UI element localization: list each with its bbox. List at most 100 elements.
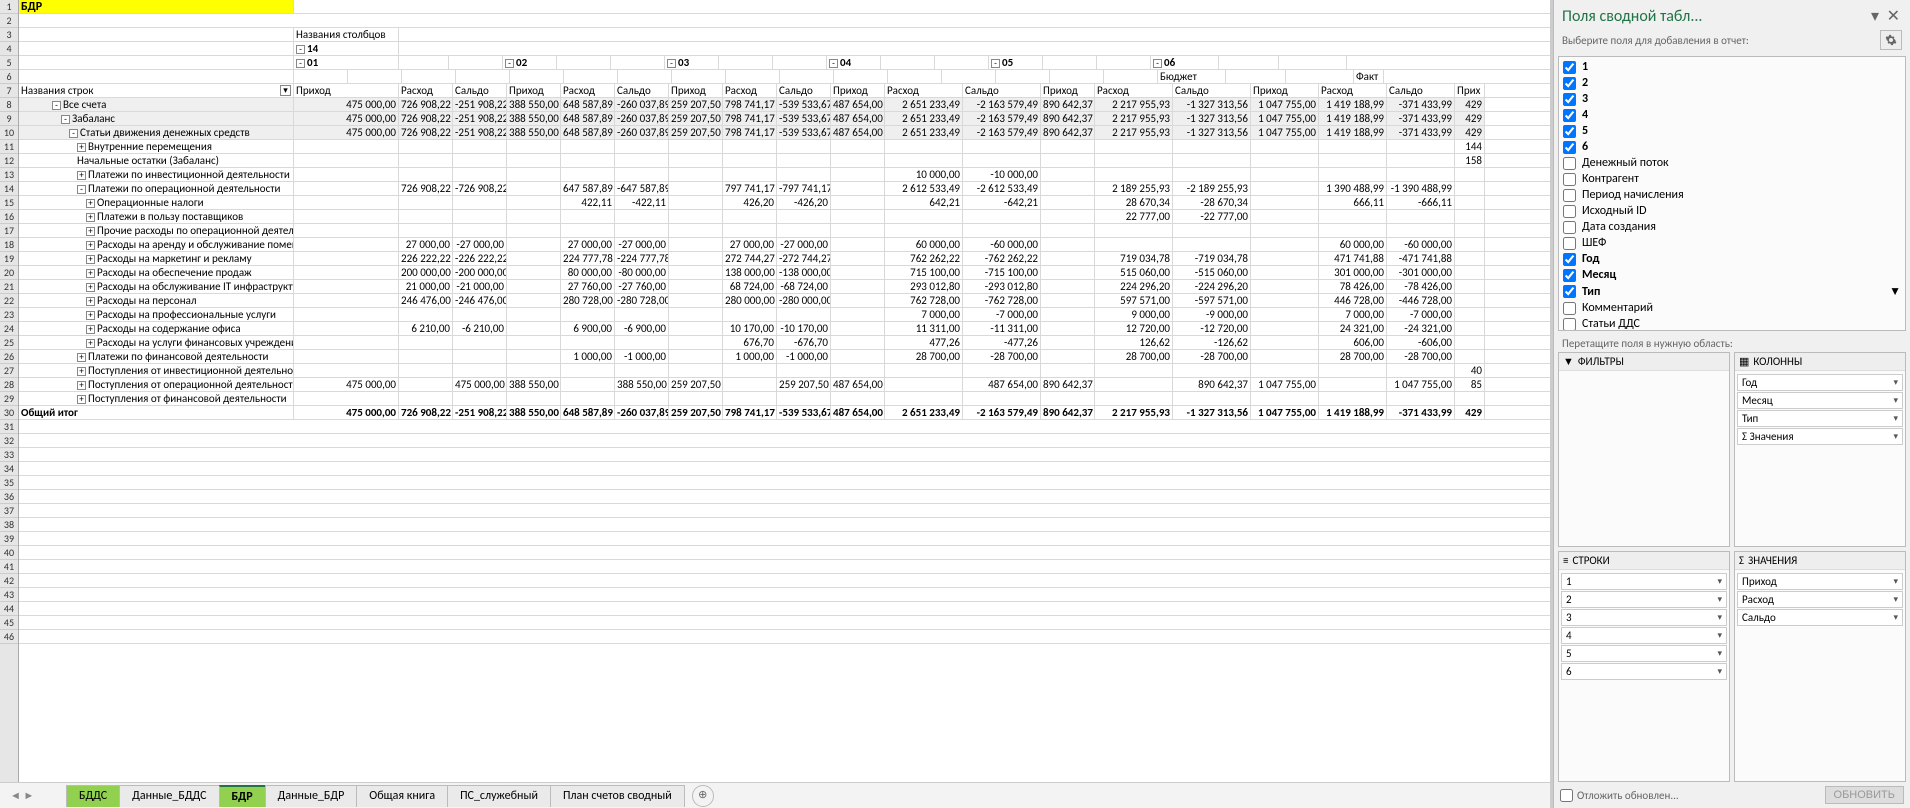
field-Дата создания[interactable]: Дата создания	[1561, 219, 1903, 235]
expand-row[interactable]: +	[77, 143, 86, 152]
row-header-18[interactable]: 18	[0, 238, 18, 252]
area-item-Расход[interactable]: Расход▾	[1737, 591, 1903, 608]
month-03[interactable]: -03	[665, 56, 719, 69]
row-header-40[interactable]: 40	[0, 546, 18, 560]
field-checkbox[interactable]	[1563, 269, 1576, 282]
row-header-27[interactable]: 27	[0, 364, 18, 378]
row-header-20[interactable]: 20	[0, 266, 18, 280]
values-area[interactable]: ΣЗНАЧЕНИЯ Приход▾Расход▾Сальдо▾	[1734, 551, 1906, 782]
month-01[interactable]: -01	[294, 56, 399, 69]
field-Комментарий[interactable]: Комментарий	[1561, 300, 1903, 316]
filter-icon[interactable]: ▼	[1889, 284, 1901, 299]
row-header-41[interactable]: 41	[0, 560, 18, 574]
row-header-21[interactable]: 21	[0, 280, 18, 294]
month-06[interactable]: -06	[1151, 56, 1219, 69]
sheet-tab-БДР[interactable]: БДР	[219, 785, 266, 807]
area-item-Месяц[interactable]: Месяц▾	[1737, 392, 1903, 409]
row-header-43[interactable]: 43	[0, 588, 18, 602]
close-icon[interactable]: ✕	[1885, 7, 1902, 26]
expand-m02[interactable]: -	[505, 59, 514, 68]
expand-row[interactable]: +	[77, 367, 86, 376]
area-item-3[interactable]: 3▾	[1561, 609, 1727, 626]
field-Месяц[interactable]: Месяц	[1561, 267, 1903, 283]
row-header-2[interactable]: 2	[0, 14, 18, 28]
row6-sel[interactable]	[19, 70, 294, 83]
tab-nav-arrows[interactable]: ◄ ►	[6, 789, 66, 802]
row-label[interactable]: +Платежи в пользу поставщиков	[19, 210, 294, 223]
expand-row[interactable]: +	[77, 395, 86, 404]
row-label[interactable]: -Платежи по операционной деятельности	[19, 182, 294, 195]
expand-row[interactable]: +	[86, 199, 95, 208]
field-checkbox[interactable]	[1563, 221, 1576, 234]
expand-row[interactable]: +	[77, 171, 86, 180]
expand-row[interactable]: -	[52, 101, 61, 110]
row-filter-icon[interactable]: ▾	[280, 85, 291, 96]
row-label[interactable]: +Расходы на содержание офиса	[19, 322, 294, 335]
month-04[interactable]: -04	[827, 56, 881, 69]
columns-area[interactable]: ▦КОЛОННЫ Год▾Месяц▾Тип▾Σ Значения▾	[1734, 352, 1906, 547]
expand-row[interactable]: +	[86, 339, 95, 348]
expand-year[interactable]: -	[296, 45, 305, 54]
row-label[interactable]: +Расходы на обслуживание IT инфраструкту…	[19, 280, 294, 293]
row-header-28[interactable]: 28	[0, 378, 18, 392]
row-label[interactable]: +Расходы на маркетинг и рекламу	[19, 252, 294, 265]
field-checkbox[interactable]	[1563, 189, 1576, 202]
expand-m04[interactable]: -	[829, 59, 838, 68]
gear-icon[interactable]	[1880, 30, 1902, 50]
row-header-36[interactable]: 36	[0, 490, 18, 504]
area-item-1[interactable]: 1▾	[1561, 573, 1727, 590]
sheet-tab-Данные_БДР[interactable]: Данные_БДР	[265, 785, 358, 807]
row-label[interactable]: +Поступления от операционной деятельност…	[19, 378, 294, 391]
field-Денежный поток[interactable]: Денежный поток	[1561, 155, 1903, 171]
field-Тип[interactable]: Тип▼	[1561, 283, 1903, 300]
row-header-39[interactable]: 39	[0, 532, 18, 546]
row-header-15[interactable]: 15	[0, 196, 18, 210]
row-header-24[interactable]: 24	[0, 322, 18, 336]
area-item-Приход[interactable]: Приход▾	[1737, 573, 1903, 590]
row-label[interactable]: +Расходы на персонал	[19, 294, 294, 307]
field-checkbox[interactable]	[1563, 237, 1576, 250]
month-02[interactable]: -02	[503, 56, 557, 69]
field-list[interactable]: 123456Денежный потокКонтрагентПериод нач…	[1558, 56, 1906, 331]
expand-row[interactable]: -	[77, 185, 86, 194]
row-header-38[interactable]: 38	[0, 518, 18, 532]
row-header-33[interactable]: 33	[0, 448, 18, 462]
row-label[interactable]: +Расходы на услуги финансовых учреждений	[19, 336, 294, 349]
column-labels-header[interactable]: Названия столбцов ▾	[294, 28, 399, 41]
field-ШЕФ[interactable]: ШЕФ	[1561, 235, 1903, 251]
row-header-46[interactable]: 46	[0, 630, 18, 644]
field-5[interactable]: 5	[1561, 123, 1903, 139]
update-button[interactable]: ОБНОВИТЬ	[1825, 786, 1904, 804]
row-header-35[interactable]: 35	[0, 476, 18, 490]
field-checkbox[interactable]	[1563, 77, 1576, 90]
expand-row[interactable]: +	[86, 227, 95, 236]
area-item-4[interactable]: 4▾	[1561, 627, 1727, 644]
field-checkbox[interactable]	[1563, 318, 1576, 331]
row-labels-header[interactable]: Названия строк ▾	[19, 84, 294, 97]
expand-row[interactable]: +	[86, 311, 95, 320]
month-05[interactable]: -05	[989, 56, 1043, 69]
expand-m03[interactable]: -	[667, 59, 676, 68]
field-checkbox[interactable]	[1563, 205, 1576, 218]
field-6[interactable]: 6	[1561, 139, 1903, 155]
row-label[interactable]: -Забаланс	[19, 112, 294, 125]
expand-row[interactable]: +	[86, 283, 95, 292]
field-checkbox[interactable]	[1563, 93, 1576, 106]
expand-m01[interactable]: -	[296, 59, 305, 68]
row-header-1[interactable]: 1	[0, 0, 18, 14]
row-label[interactable]: -Статьи движения денежных средств	[19, 126, 294, 139]
field-Период начисления[interactable]: Период начисления	[1561, 187, 1903, 203]
field-3[interactable]: 3	[1561, 91, 1903, 107]
row-label[interactable]: Начальные остатки (Забаланс)	[19, 154, 294, 167]
expand-row[interactable]: -	[61, 115, 70, 124]
sheet-tab-План счетов сводный[interactable]: План счетов сводный	[550, 785, 685, 807]
expand-m05[interactable]: -	[991, 59, 1000, 68]
rows-area[interactable]: ≡СТРОКИ 1▾2▾3▾4▾5▾6▾	[1558, 551, 1730, 782]
expand-row[interactable]: -	[69, 129, 78, 138]
row-header-11[interactable]: 11	[0, 140, 18, 154]
row-header-34[interactable]: 34	[0, 462, 18, 476]
row-header-14[interactable]: 14	[0, 182, 18, 196]
row-header-12[interactable]: 12	[0, 154, 18, 168]
row-header-37[interactable]: 37	[0, 504, 18, 518]
row-header-17[interactable]: 17	[0, 224, 18, 238]
